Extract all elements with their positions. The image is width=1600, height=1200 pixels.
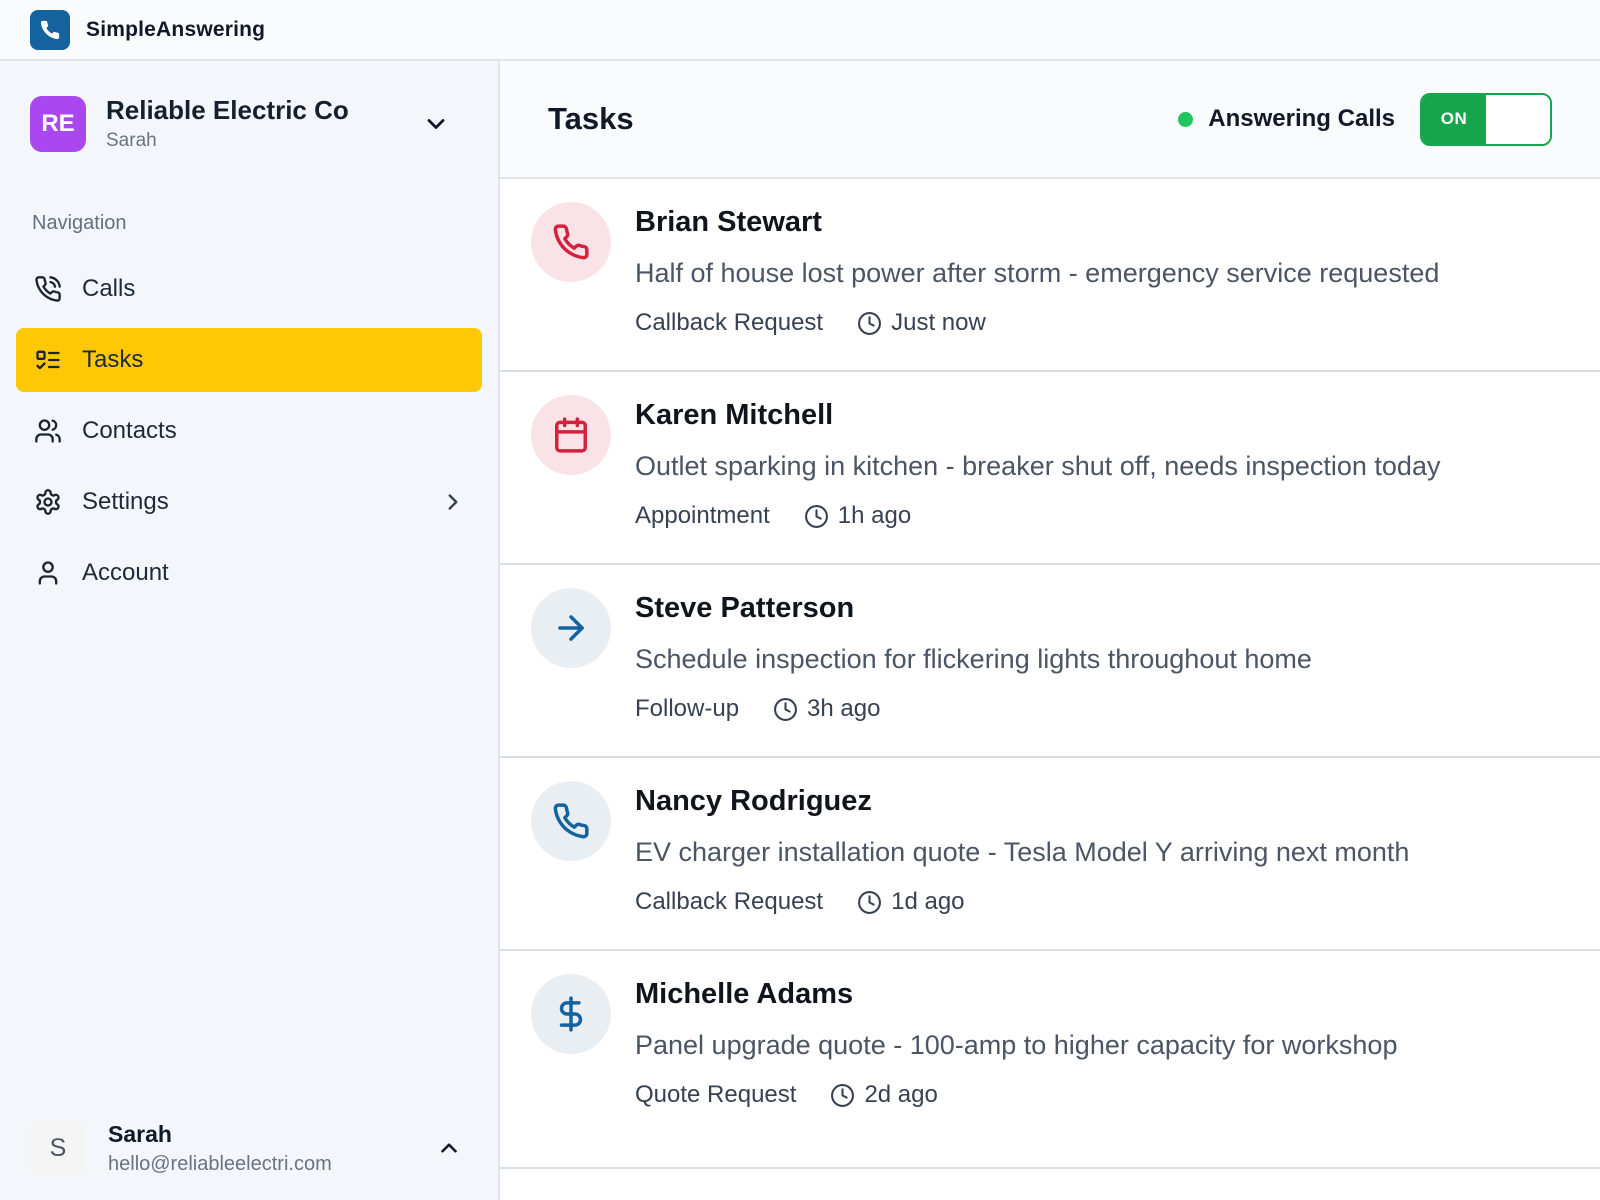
toggle-on-label: ON [1422, 94, 1486, 144]
task-name: Michelle Adams [635, 978, 854, 1010]
sidebar: RE Reliable Electric Co Sarah Navigation… [0, 61, 500, 1200]
task-description: Panel upgrade quote - 100-amp to higher … [635, 1030, 1398, 1060]
page-title: Tasks [548, 101, 634, 136]
sidebar-item-label: Settings [82, 488, 169, 515]
user-icon [34, 559, 62, 587]
clock-icon [857, 311, 882, 336]
user-name: Sarah [108, 1120, 172, 1147]
phone-icon [531, 781, 611, 861]
phone-call-icon [34, 275, 62, 303]
task-type: Appointment [635, 502, 770, 529]
sidebar-item-label: Account [82, 559, 169, 586]
clock-icon [857, 890, 882, 915]
clock-icon [830, 1083, 855, 1108]
user-email: hello@reliableelectri.com [108, 1152, 332, 1175]
task-description: Outlet sparking in kitchen - breaker shu… [635, 451, 1441, 481]
list-todo-icon [34, 346, 62, 374]
task-time: Just now [891, 309, 986, 336]
task-time: 1d ago [891, 888, 965, 915]
sidebar-item-label: Contacts [82, 417, 177, 444]
arrow-right-icon [531, 588, 611, 668]
workspace-avatar: RE [30, 95, 86, 152]
app-name: SimpleAnswering [86, 17, 266, 41]
clock-icon [773, 697, 798, 722]
task-row[interactable]: Nancy Rodriguez EV charger installation … [500, 758, 1600, 951]
task-time: 1h ago [837, 502, 912, 529]
chevron-right-icon [440, 489, 466, 515]
sidebar-item-account[interactable]: Account [16, 541, 482, 605]
task-name: Brian Stewart [635, 206, 822, 238]
app-logo[interactable] [30, 9, 70, 50]
task-description: Schedule inspection for flickering light… [635, 644, 1312, 674]
user-avatar: S [30, 1120, 86, 1176]
workspace-switcher[interactable]: RE Reliable Electric Co Sarah [0, 61, 498, 182]
task-row[interactable]: Karen Mitchell Outlet sparking in kitche… [500, 372, 1600, 565]
task-time: 2d ago [864, 1081, 938, 1108]
phone-icon [39, 19, 61, 41]
status-dot [1178, 111, 1194, 127]
task-name: Steve Patterson [635, 592, 855, 624]
task-row[interactable]: Brian Stewart Half of house lost power a… [500, 179, 1600, 372]
task-type: Callback Request [635, 888, 824, 915]
phone-icon [531, 202, 611, 282]
task-type: Quote Request [635, 1081, 797, 1108]
answering-calls-label: Answering Calls [1208, 105, 1395, 132]
sidebar-item-settings[interactable]: Settings [16, 470, 482, 534]
task-row[interactable]: Steve Patterson Schedule inspection for … [500, 565, 1600, 758]
dollar-icon [531, 974, 611, 1054]
sidebar-nav: Calls Tasks Contacts Settings Account [0, 257, 498, 605]
gear-icon [34, 488, 62, 516]
nav-section-label: Navigation [32, 212, 127, 234]
task-type: Follow-up [635, 695, 740, 722]
toggle-knob [1486, 94, 1550, 144]
chevron-up-icon [436, 1135, 462, 1161]
topbar: SimpleAnswering [0, 0, 1600, 61]
sidebar-item-calls[interactable]: Calls [16, 257, 482, 321]
task-time: 3h ago [807, 695, 881, 722]
workspace-name: Reliable Electric Co [106, 95, 349, 125]
main-header: Tasks Answering Calls ON [500, 61, 1600, 179]
workspace-subtitle: Sarah [106, 130, 157, 151]
sidebar-item-label: Tasks [82, 346, 144, 373]
task-row-partial [500, 1169, 1600, 1200]
task-description: EV charger installation quote - Tesla Mo… [635, 837, 1410, 867]
task-name: Nancy Rodriguez [635, 785, 872, 817]
task-description: Half of house lost power after storm - e… [635, 258, 1440, 288]
sidebar-item-contacts[interactable]: Contacts [16, 399, 482, 463]
main-content: Tasks Answering Calls ON Brian Stewart H… [500, 61, 1600, 1200]
calendar-icon [531, 395, 611, 475]
users-icon [34, 417, 62, 445]
task-row[interactable]: Michelle Adams Panel upgrade quote - 100… [500, 951, 1600, 1169]
sidebar-item-tasks[interactable]: Tasks [16, 328, 482, 392]
sidebar-item-label: Calls [82, 275, 136, 302]
user-menu[interactable]: S Sarah hello@reliableelectri.com [30, 1120, 468, 1176]
task-type: Callback Request [635, 309, 824, 336]
task-name: Karen Mitchell [635, 399, 834, 431]
task-list: Brian Stewart Half of house lost power a… [500, 179, 1600, 1200]
chevron-down-icon [422, 110, 450, 138]
answering-calls-toggle[interactable]: ON [1420, 92, 1552, 146]
clock-icon [804, 504, 829, 529]
